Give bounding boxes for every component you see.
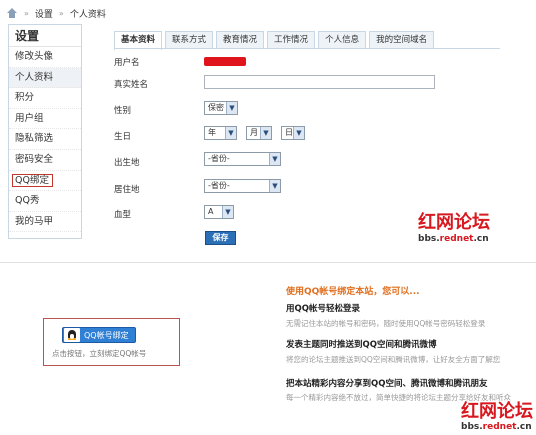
chevron-down-icon: ▼ <box>222 206 233 218</box>
rednet-url-prefix: bbs. <box>418 234 440 244</box>
birthplace-label: 出生地 <box>114 158 140 168</box>
sidebar-item-vest[interactable]: 我的马甲 <box>9 212 81 233</box>
settings-sidebar: 设置 修改头像 个人资料 积分 用户组 隐私筛选 密码安全 QQ绑定 QQ秀 我… <box>8 24 82 239</box>
section-divider <box>0 262 536 263</box>
sidebar-item-qq-bind[interactable]: QQ绑定 <box>9 171 81 192</box>
benefit-description: 无需记住本站的帐号和密码，随时使用QQ帐号密码轻松登录 <box>286 319 486 328</box>
gender-label: 性别 <box>114 106 132 116</box>
birth-year-select[interactable]: 年 ▼ <box>204 126 237 140</box>
rednet-url-suffix: .cn <box>473 234 489 244</box>
chevron-down-icon: ▼ <box>225 127 236 139</box>
birthplace-province-select[interactable]: -省份- ▼ <box>204 152 281 166</box>
rednet-url-suffix: .cn <box>516 422 532 432</box>
profile-tabs: 基本资料 联系方式 教育情况 工作情况 个人信息 我的空间域名 <box>114 31 435 50</box>
benefit-heading: 发表主题同时推送到QQ空间和腾讯微博 <box>286 340 437 350</box>
sidebar-item-privacy[interactable]: 隐私筛选 <box>9 129 81 150</box>
residence-label: 居住地 <box>114 185 140 195</box>
tab-education[interactable]: 教育情况 <box>216 31 265 49</box>
rednet-url: bbs.rednet.cn <box>461 422 532 432</box>
breadcrumb-separator: » <box>24 8 29 18</box>
qq-bind-button-label: QQ帐号绑定 <box>84 330 129 340</box>
rednet-url-brand: rednet <box>482 422 517 432</box>
birth-day-value: 日 <box>285 128 293 137</box>
chevron-down-icon: ▼ <box>269 153 280 165</box>
home-icon[interactable] <box>6 8 18 18</box>
sidebar-title: 设置 <box>9 25 81 47</box>
sidebar-item-credits[interactable]: 积分 <box>9 88 81 109</box>
save-button[interactable]: 保存 <box>205 231 236 245</box>
tab-divider <box>114 48 500 49</box>
tab-contact[interactable]: 联系方式 <box>165 31 214 49</box>
breadcrumb: » 设置 » 个人资料 <box>6 5 106 21</box>
birth-month-select[interactable]: 月 ▼ <box>246 126 272 140</box>
tab-space-domain[interactable]: 我的空间域名 <box>369 31 435 49</box>
benefit-description: 将您的论坛主题推送到QQ空间和腾讯微博，让好友全方面了解您 <box>286 355 501 364</box>
gender-select[interactable]: 保密 ▼ <box>204 101 238 115</box>
sidebar-item-usergroup[interactable]: 用户组 <box>9 109 81 130</box>
realname-label: 真实姓名 <box>114 80 149 90</box>
birth-year-value: 年 <box>208 128 216 137</box>
qq-bind-button[interactable]: QQ帐号绑定 <box>62 327 136 343</box>
sidebar-item-qq-bind-label: QQ绑定 <box>12 173 53 187</box>
sidebar-item-avatar[interactable]: 修改头像 <box>9 47 81 68</box>
chevron-down-icon: ▼ <box>260 127 271 139</box>
birth-day-select[interactable]: 日 ▼ <box>281 126 305 140</box>
blood-value: A <box>208 207 214 216</box>
breadcrumb-settings[interactable]: 设置 <box>35 7 53 20</box>
breadcrumb-profile[interactable]: 个人资料 <box>70 7 106 20</box>
realname-input[interactable] <box>204 75 435 89</box>
username-redacted <box>204 57 246 66</box>
benefit-heading: 把本站精彩内容分享到QQ空间、腾讯微博和腾讯朋友 <box>286 379 488 389</box>
benefit-heading: 用QQ帐号轻松登录 <box>286 304 360 314</box>
chevron-down-icon: ▼ <box>293 127 304 139</box>
sidebar-item-qq-show[interactable]: QQ秀 <box>9 191 81 212</box>
tab-work[interactable]: 工作情况 <box>267 31 316 49</box>
chevron-down-icon: ▼ <box>269 180 280 192</box>
birthday-label: 生日 <box>114 132 132 142</box>
gender-value: 保密 <box>208 103 224 112</box>
username-label: 用户名 <box>114 58 140 68</box>
blood-type-select[interactable]: A ▼ <box>204 205 234 219</box>
breadcrumb-separator: » <box>58 8 64 18</box>
qq-penguin-icon <box>64 328 80 342</box>
blood-label: 血型 <box>114 210 132 220</box>
birth-month-value: 月 <box>250 128 258 137</box>
rednet-url-prefix: bbs. <box>461 422 483 432</box>
chevron-down-icon: ▼ <box>226 102 237 114</box>
qq-benefits-title: 使用QQ帐号绑定本站，您可以... <box>286 287 420 297</box>
tab-personal[interactable]: 个人信息 <box>318 31 367 49</box>
residence-value: -省份- <box>208 181 230 190</box>
rednet-logo: 红网论坛 <box>418 212 490 233</box>
sidebar-item-profile[interactable]: 个人资料 <box>9 67 81 89</box>
residence-province-select[interactable]: -省份- ▼ <box>204 179 281 193</box>
qq-bind-hint: 点击按钮，立刻绑定QQ帐号 <box>52 349 147 358</box>
rednet-url-brand: rednet <box>439 234 474 244</box>
rednet-logo: 红网论坛 <box>461 401 533 422</box>
sidebar-item-password[interactable]: 密码安全 <box>9 150 81 171</box>
rednet-url: bbs.rednet.cn <box>418 234 489 244</box>
birthplace-value: -省份- <box>208 154 230 163</box>
